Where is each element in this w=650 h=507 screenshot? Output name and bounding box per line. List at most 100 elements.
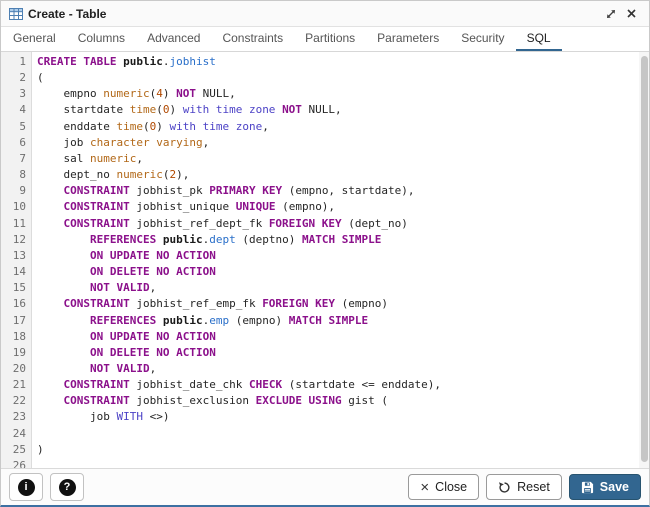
save-icon <box>581 481 594 494</box>
code-line: 12 REFERENCES public.dept (deptno) MATCH… <box>1 232 649 248</box>
line-number: 7 <box>1 151 32 167</box>
line-number: 24 <box>1 426 32 442</box>
code-text: CONSTRAINT jobhist_pk PRIMARY KEY (empno… <box>32 183 415 199</box>
code-text <box>32 458 44 468</box>
code-text: job WITH <>) <box>32 409 169 425</box>
code-text: dept_no numeric(2), <box>32 167 189 183</box>
tab-bar: GeneralColumnsAdvancedConstraintsPartiti… <box>1 27 649 52</box>
line-number: 2 <box>1 70 32 86</box>
editor-scrollbar[interactable] <box>639 52 649 468</box>
table-icon <box>9 8 23 20</box>
code-text: sal numeric, <box>32 151 143 167</box>
close-button-label: Close <box>435 480 467 494</box>
code-lines: 1CREATE TABLE public.jobhist2(3 empno nu… <box>1 52 649 468</box>
code-text: REFERENCES public.emp (empno) MATCH SIMP… <box>32 313 368 329</box>
code-text: NOT VALID, <box>32 280 156 296</box>
line-number: 3 <box>1 86 32 102</box>
help-icon: ? <box>59 479 76 496</box>
code-line: 24 <box>1 426 649 442</box>
code-line: 13 ON UPDATE NO ACTION <box>1 248 649 264</box>
code-line: 6 job character varying, <box>1 135 649 151</box>
code-line: 25) <box>1 442 649 458</box>
code-line: 18 ON UPDATE NO ACTION <box>1 329 649 345</box>
code-line: 19 ON DELETE NO ACTION <box>1 345 649 361</box>
code-text: ON DELETE NO ACTION <box>32 345 216 361</box>
code-line: 10 CONSTRAINT jobhist_unique UNIQUE (emp… <box>1 199 649 215</box>
code-line: 7 sal numeric, <box>1 151 649 167</box>
line-number: 16 <box>1 296 32 312</box>
line-number: 8 <box>1 167 32 183</box>
code-text: ON UPDATE NO ACTION <box>32 329 216 345</box>
code-line: 15 NOT VALID, <box>1 280 649 296</box>
code-text: enddate time(0) with time zone, <box>32 119 269 135</box>
code-text <box>32 426 44 442</box>
code-line: 8 dept_no numeric(2), <box>1 167 649 183</box>
line-number: 12 <box>1 232 32 248</box>
line-number: 22 <box>1 393 32 409</box>
code-line: 21 CONSTRAINT jobhist_date_chk CHECK (st… <box>1 377 649 393</box>
line-number: 1 <box>1 54 32 70</box>
tab-columns[interactable]: Columns <box>67 27 136 51</box>
code-text: ON DELETE NO ACTION <box>32 264 216 280</box>
line-number: 19 <box>1 345 32 361</box>
info-icon: i <box>18 479 35 496</box>
create-table-dialog: Create - Table GeneralColumnsAdvancedCon… <box>0 0 650 507</box>
line-number: 6 <box>1 135 32 151</box>
tab-sql[interactable]: SQL <box>516 27 562 51</box>
code-text: ( <box>32 70 44 86</box>
code-text: CONSTRAINT jobhist_unique UNIQUE (empno)… <box>32 199 335 215</box>
code-line: 17 REFERENCES public.emp (empno) MATCH S… <box>1 313 649 329</box>
code-line: 4 startdate time(0) with time zone NOT N… <box>1 102 649 118</box>
code-text: CREATE TABLE public.jobhist <box>32 54 216 70</box>
dialog-header: Create - Table <box>1 1 649 27</box>
code-text: startdate time(0) with time zone NOT NUL… <box>32 102 342 118</box>
code-line: 9 CONSTRAINT jobhist_pk PRIMARY KEY (emp… <box>1 183 649 199</box>
help-button[interactable]: ? <box>50 473 84 501</box>
dialog-title: Create - Table <box>28 7 106 21</box>
tab-partitions[interactable]: Partitions <box>294 27 366 51</box>
code-text: ON UPDATE NO ACTION <box>32 248 216 264</box>
line-number: 15 <box>1 280 32 296</box>
reset-button[interactable]: Reset <box>486 474 562 500</box>
info-button[interactable]: i <box>9 473 43 501</box>
code-text: CONSTRAINT jobhist_ref_emp_fk FOREIGN KE… <box>32 296 388 312</box>
line-number: 4 <box>1 102 32 118</box>
line-number: 5 <box>1 119 32 135</box>
code-line: 1CREATE TABLE public.jobhist <box>1 54 649 70</box>
tab-advanced[interactable]: Advanced <box>136 27 211 51</box>
line-number: 11 <box>1 216 32 232</box>
close-icon[interactable] <box>621 4 641 24</box>
scrollbar-thumb[interactable] <box>641 56 648 462</box>
tab-constraints[interactable]: Constraints <box>211 27 294 51</box>
line-number: 18 <box>1 329 32 345</box>
code-line: 2( <box>1 70 649 86</box>
maximize-icon[interactable] <box>601 4 621 24</box>
line-number: 9 <box>1 183 32 199</box>
line-number: 20 <box>1 361 32 377</box>
sql-editor[interactable]: 1CREATE TABLE public.jobhist2(3 empno nu… <box>1 52 649 468</box>
dialog-title-wrap: Create - Table <box>9 7 106 21</box>
line-number: 14 <box>1 264 32 280</box>
code-text: CONSTRAINT jobhist_ref_dept_fk FOREIGN K… <box>32 216 408 232</box>
line-number: 21 <box>1 377 32 393</box>
dialog-footer: i ? × Close Reset Save <box>1 468 649 505</box>
line-number: 10 <box>1 199 32 215</box>
code-text: job character varying, <box>32 135 209 151</box>
line-number: 23 <box>1 409 32 425</box>
tab-parameters[interactable]: Parameters <box>366 27 450 51</box>
code-line: 3 empno numeric(4) NOT NULL, <box>1 86 649 102</box>
close-x-icon: × <box>420 480 429 495</box>
code-line: 23 job WITH <>) <box>1 409 649 425</box>
tab-security[interactable]: Security <box>450 27 515 51</box>
code-line: 20 NOT VALID, <box>1 361 649 377</box>
reset-button-label: Reset <box>517 480 550 494</box>
code-text: empno numeric(4) NOT NULL, <box>32 86 236 102</box>
code-text: ) <box>32 442 44 458</box>
code-line: 26 <box>1 458 649 468</box>
code-text: CONSTRAINT jobhist_exclusion EXCLUDE USI… <box>32 393 388 409</box>
tab-general[interactable]: General <box>2 27 67 51</box>
save-button[interactable]: Save <box>569 474 641 500</box>
save-button-label: Save <box>600 480 629 494</box>
reset-icon <box>498 481 511 494</box>
close-button[interactable]: × Close <box>408 474 479 500</box>
